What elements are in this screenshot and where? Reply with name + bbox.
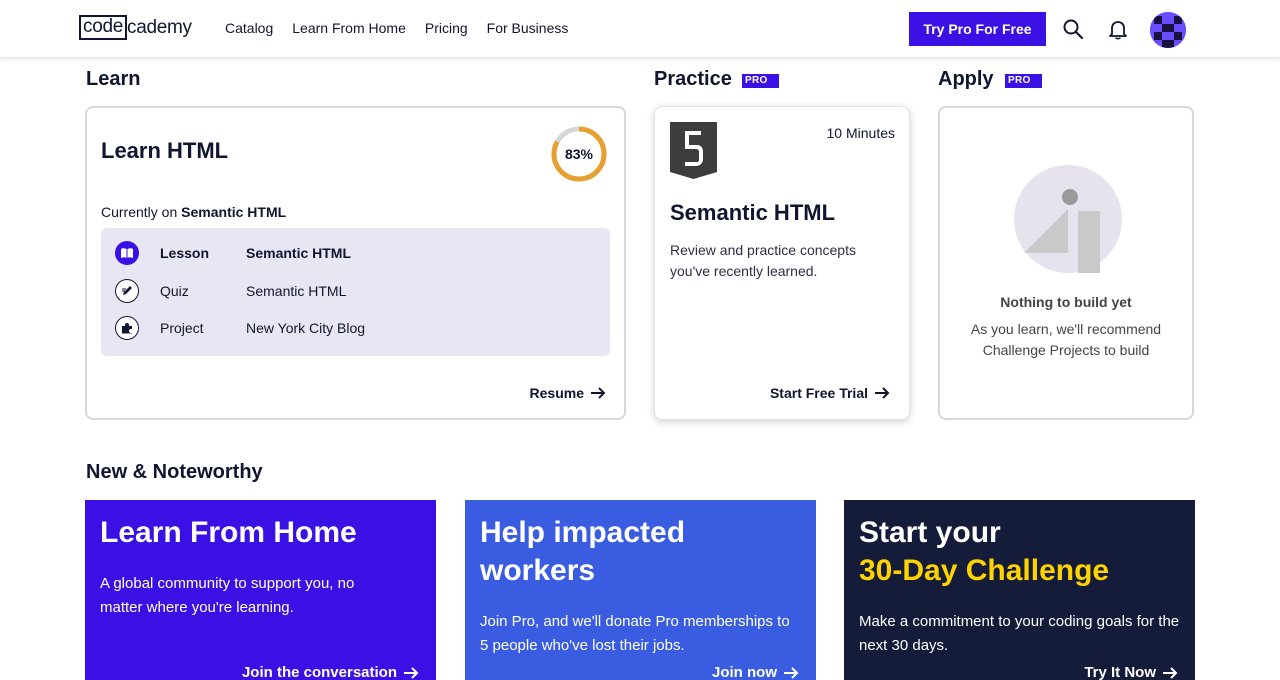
try-it-now-link[interactable]: Try It Now (1084, 664, 1178, 680)
arrow-right-icon (404, 666, 419, 679)
resume-label: Resume (529, 385, 584, 401)
join-conversation-link[interactable]: Join the conversation (242, 664, 419, 680)
practice-title: Semantic HTML (670, 200, 836, 225)
tile-title-line1: Start your (859, 516, 1001, 549)
learn-section-title: Learn (86, 68, 141, 90)
promo-tile-learn-from-home[interactable]: Learn From Home A global community to su… (85, 500, 436, 680)
book-icon (115, 241, 139, 265)
tile-description: Join Pro, and we'll donate Pro membershi… (480, 613, 790, 654)
bell-icon[interactable] (1107, 18, 1129, 40)
course-title: Learn HTML (101, 138, 229, 163)
nav-pricing[interactable]: Pricing (425, 20, 468, 36)
tile-link-label: Join the conversation (241, 664, 397, 680)
practice-card[interactable]: 10 Minutes Semantic HTML Review and prac… (654, 106, 910, 420)
module-list: Lesson Semantic HTML Quiz Semantic HTML … (101, 228, 610, 356)
start-free-trial-button[interactable]: Start Free Trial (770, 385, 890, 401)
current-topic: Currently on Semantic HTML (101, 204, 286, 220)
tile-link-label: Try It Now (1084, 664, 1156, 680)
tile-title: Help impacted workers (480, 516, 686, 587)
learn-course-card[interactable]: Learn HTML 83% Currently on Semantic HTM… (85, 106, 626, 420)
resume-button[interactable]: Resume (530, 385, 606, 401)
arrow-right-icon (1163, 666, 1178, 679)
try-pro-button[interactable]: Try Pro For Free (909, 12, 1046, 46)
promo-tile-help-workers[interactable]: Help impacted workers Join Pro, and we'l… (465, 500, 816, 680)
current-topic-prefix: Currently on (101, 204, 178, 220)
tile-description: A global community to support you, no ma… (100, 575, 355, 616)
module-type: Project (160, 320, 204, 336)
html5-shield-icon (670, 122, 717, 179)
arrow-right-icon (591, 387, 606, 399)
nav-for-business[interactable]: For Business (487, 20, 569, 36)
practice-description: Review and practice concepts you've rece… (670, 242, 856, 279)
pro-badge: PRO (742, 74, 779, 88)
arrow-right-icon (784, 666, 799, 679)
logo-wordmark: cademy (127, 16, 192, 38)
module-name: New York City Blog (246, 320, 366, 336)
nav-catalog[interactable]: Catalog (225, 20, 273, 36)
module-name: Semantic HTML (246, 245, 352, 261)
progress-percent: 83% (564, 146, 594, 162)
top-navigation-bar: code cademy Catalog Learn From Home Pric… (0, 0, 1280, 58)
module-name: Semantic HTML (246, 283, 347, 299)
module-type: Lesson (160, 245, 210, 261)
main-nav: Catalog Learn From Home Pricing For Busi… (225, 20, 568, 36)
tile-title: Start your 30-Day Challenge (859, 514, 1109, 590)
empty-state-illustration (1014, 165, 1122, 273)
practice-section-title: Practice (654, 68, 732, 90)
nav-learn-from-home[interactable]: Learn From Home (292, 20, 406, 36)
puzzle-icon (115, 316, 139, 340)
practice-duration: 10 Minutes (826, 125, 895, 141)
tile-title-line2: 30-Day Challenge (859, 554, 1110, 587)
noteworthy-section-title: New & Noteworthy (86, 461, 263, 483)
list-item[interactable]: Project New York City Blog (115, 316, 365, 340)
avatar[interactable] (1150, 12, 1186, 48)
pro-badge-label: PRO (745, 75, 768, 86)
join-now-link[interactable]: Join now (712, 664, 799, 680)
search-icon[interactable] (1062, 18, 1084, 40)
empty-state-title: Nothing to build yet (1000, 294, 1132, 310)
list-item[interactable]: Lesson Semantic HTML (115, 241, 351, 265)
start-free-trial-label: Start Free Trial (769, 385, 868, 401)
logo-code-box: code (79, 15, 128, 40)
list-item[interactable]: Quiz Semantic HTML (115, 279, 346, 303)
module-type: Quiz (160, 283, 189, 299)
current-topic-name: Semantic HTML (181, 204, 287, 220)
tile-link-label: Join now (712, 664, 777, 680)
tile-title: Learn From Home (100, 516, 357, 549)
codecademy-logo[interactable]: code cademy (79, 15, 192, 40)
tile-description: Make a commitment to your coding goals f… (859, 613, 1180, 654)
pro-badge: PRO (1005, 74, 1042, 88)
apply-section-title: Apply (938, 68, 994, 90)
apply-card: Nothing to build yet As you learn, we'll… (938, 106, 1194, 420)
promo-tile-30-day-challenge[interactable]: Start your 30-Day Challenge Make a commi… (844, 500, 1195, 680)
pencil-icon (115, 279, 139, 303)
pro-badge-label: PRO (1008, 75, 1031, 86)
empty-state-description: As you learn, we'll recommend Challenge … (970, 321, 1162, 358)
arrow-right-icon (875, 387, 890, 399)
